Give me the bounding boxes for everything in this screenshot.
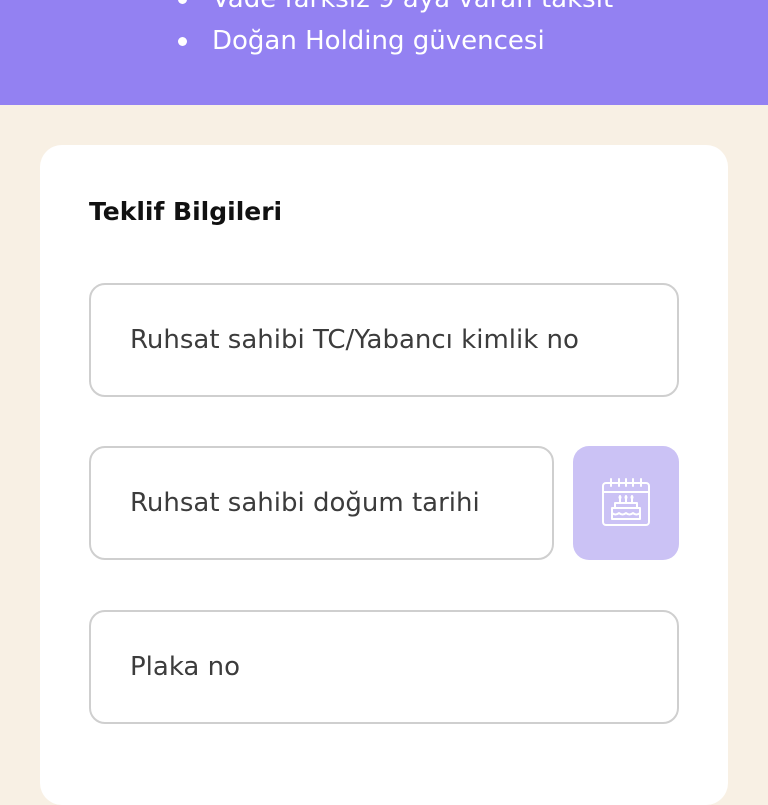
tc-id-field[interactable] (89, 283, 679, 397)
calendar-button[interactable] (573, 446, 679, 560)
promo-bullet-text: Vade farksız 9 aya varan taksit (212, 0, 613, 14)
bullet-dot (178, 0, 187, 4)
plate-field[interactable] (89, 610, 679, 724)
tc-id-input[interactable] (128, 324, 677, 356)
birth-date-input[interactable] (128, 487, 552, 519)
promo-bullet-guarantee: Doğan Holding güvencesi (178, 26, 545, 56)
bullet-dot (178, 36, 187, 46)
offer-form-card: Teklif Bilgileri (40, 145, 728, 805)
birthday-calendar-icon (602, 478, 650, 526)
form-title: Teklif Bilgileri (89, 197, 283, 226)
birth-date-field[interactable] (89, 446, 554, 560)
promo-header: Vade farksız 9 aya varan taksit Doğan Ho… (0, 0, 768, 105)
promo-bullet-text: Doğan Holding güvencesi (212, 26, 545, 56)
plate-input[interactable] (128, 651, 677, 683)
promo-bullet-installments: Vade farksız 9 aya varan taksit (178, 0, 613, 14)
